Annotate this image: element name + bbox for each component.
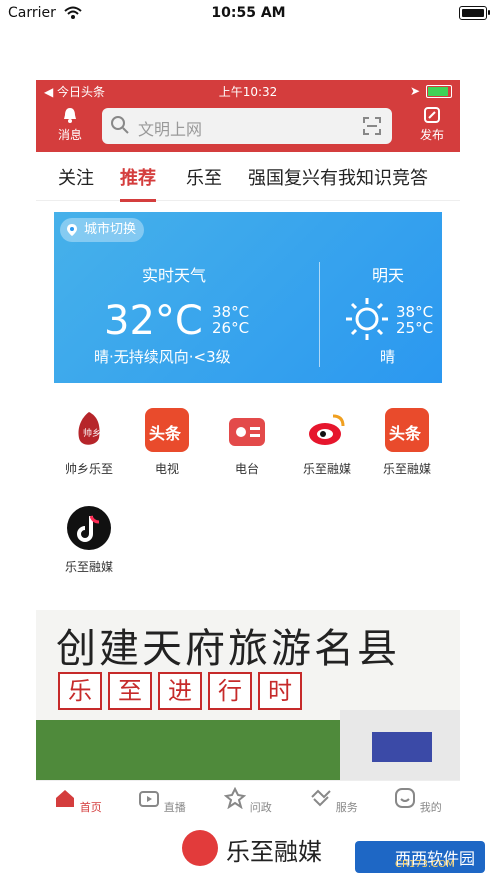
brand-logo-icon	[182, 830, 218, 866]
inner-time: 上午10:32	[218, 85, 278, 99]
edit-icon	[424, 107, 440, 123]
smile-icon	[395, 788, 416, 808]
grid-item-radio[interactable]: 电台	[212, 408, 282, 477]
nav-live[interactable]: 直播	[132, 787, 192, 815]
grid-item-toutiao[interactable]: 头条 乐至融媒	[372, 408, 442, 477]
sun-icon	[346, 298, 388, 340]
toutiao-icon: 头条	[385, 408, 429, 452]
star-question-icon	[223, 786, 247, 810]
today-weather-label: 实时天气	[142, 266, 207, 285]
inner-status-bar: ◀ 今日头条 上午10:32 ➤	[36, 80, 460, 100]
douyin-icon	[67, 506, 111, 550]
tv-icon	[139, 791, 160, 807]
grid-label: 乐至融媒	[382, 462, 431, 476]
grid-label: 电视	[154, 462, 179, 476]
category-tabs: 关注 推荐 乐至 强国复兴有我知识竞答	[36, 152, 460, 202]
today-low: 26°C	[212, 319, 250, 337]
shuaixiang-logo-icon: 帅乡	[67, 408, 111, 452]
banner-building	[340, 710, 460, 780]
nav-home[interactable]: 首页	[48, 787, 108, 815]
grid-label: 电台	[234, 462, 259, 476]
battery-icon	[459, 6, 490, 20]
publish-label: 发布	[419, 128, 444, 142]
tab-quiz[interactable]: 强国复兴有我知识竞答	[248, 164, 428, 190]
banner-subtitle: 乐 至 进 行 时	[58, 672, 302, 710]
city-switch-label: 城市切换	[84, 222, 137, 237]
today-description: 晴·无持续风向·<3级	[94, 348, 231, 366]
nav-service[interactable]: 服务	[304, 787, 364, 815]
city-switch-button[interactable]: 城市切换	[60, 218, 145, 242]
grid-label: 乐至融媒	[64, 560, 113, 574]
weibo-icon	[305, 408, 349, 452]
svg-text:帅乡: 帅乡	[83, 427, 101, 439]
handshake-icon	[311, 789, 331, 807]
grid-item-weibo[interactable]: 乐至融媒	[292, 408, 362, 477]
watermark-url: CR173.COM	[395, 859, 455, 870]
messages-label: 消息	[57, 128, 82, 142]
banner-title: 创建天府旅游名县	[56, 626, 400, 672]
nav-inquiry[interactable]: 问政	[218, 786, 278, 815]
banner-trees	[36, 720, 346, 780]
location-pin-icon	[67, 224, 77, 236]
home-icon	[56, 790, 75, 807]
tomorrow-low: 25°C	[396, 319, 434, 337]
tab-recommend[interactable]: 推荐	[120, 164, 156, 202]
promo-banner[interactable]: 创建天府旅游名县 乐 至 进 行 时	[36, 610, 460, 780]
radio-icon	[225, 408, 269, 452]
bell-icon	[64, 108, 76, 123]
messages-button[interactable]: 消息	[50, 106, 90, 143]
publish-button[interactable]: 发布	[412, 106, 452, 143]
grid-item-douyin[interactable]: 乐至融媒	[54, 506, 124, 575]
search-input[interactable]: 文明上网	[102, 108, 392, 144]
weather-card[interactable]: 城市切换 实时天气 32°C 38°C 26°C 晴·无持续风向·<3级 明天 …	[54, 212, 442, 383]
tab-lezhi[interactable]: 乐至	[186, 164, 222, 190]
header-bar: 消息 文明上网 发布	[36, 100, 460, 152]
app-frame: ◀ 今日头条 上午10:32 ➤ 消息 文明上网 发布 关注 推荐 乐至 强国复…	[36, 80, 460, 820]
ios-status-bar: Carrier 10:55 AM	[0, 0, 497, 28]
battery-charging-icon	[426, 84, 452, 98]
watermark-badge: 西西软件园 CR173.COM	[355, 841, 485, 873]
grid-item-tv[interactable]: 头条 电视	[132, 408, 202, 477]
grid-label: 乐至融媒	[302, 462, 351, 476]
ios-time: 10:55 AM	[211, 5, 286, 21]
location-arrow-icon: ➤	[409, 84, 420, 98]
nav-profile[interactable]: 我的	[388, 787, 448, 815]
tomorrow-description: 晴	[380, 348, 396, 366]
toutiao-icon: 头条	[145, 408, 189, 452]
tab-follow[interactable]: 关注	[58, 164, 94, 190]
search-placeholder: 文明上网	[138, 120, 203, 139]
grid-item-shuaixiang[interactable]: 帅乡 帅乡乐至	[54, 408, 124, 477]
scan-icon[interactable]	[362, 116, 382, 136]
today-temperature: 32°C	[104, 298, 203, 344]
tomorrow-label: 明天	[372, 266, 405, 285]
search-icon	[111, 116, 129, 134]
footer-brand: 乐至融媒	[226, 838, 322, 866]
weather-divider	[319, 262, 320, 367]
bottom-navigation: 首页 直播 问政 服务 我的	[36, 780, 460, 820]
grid-label: 帅乡乐至	[64, 462, 113, 476]
